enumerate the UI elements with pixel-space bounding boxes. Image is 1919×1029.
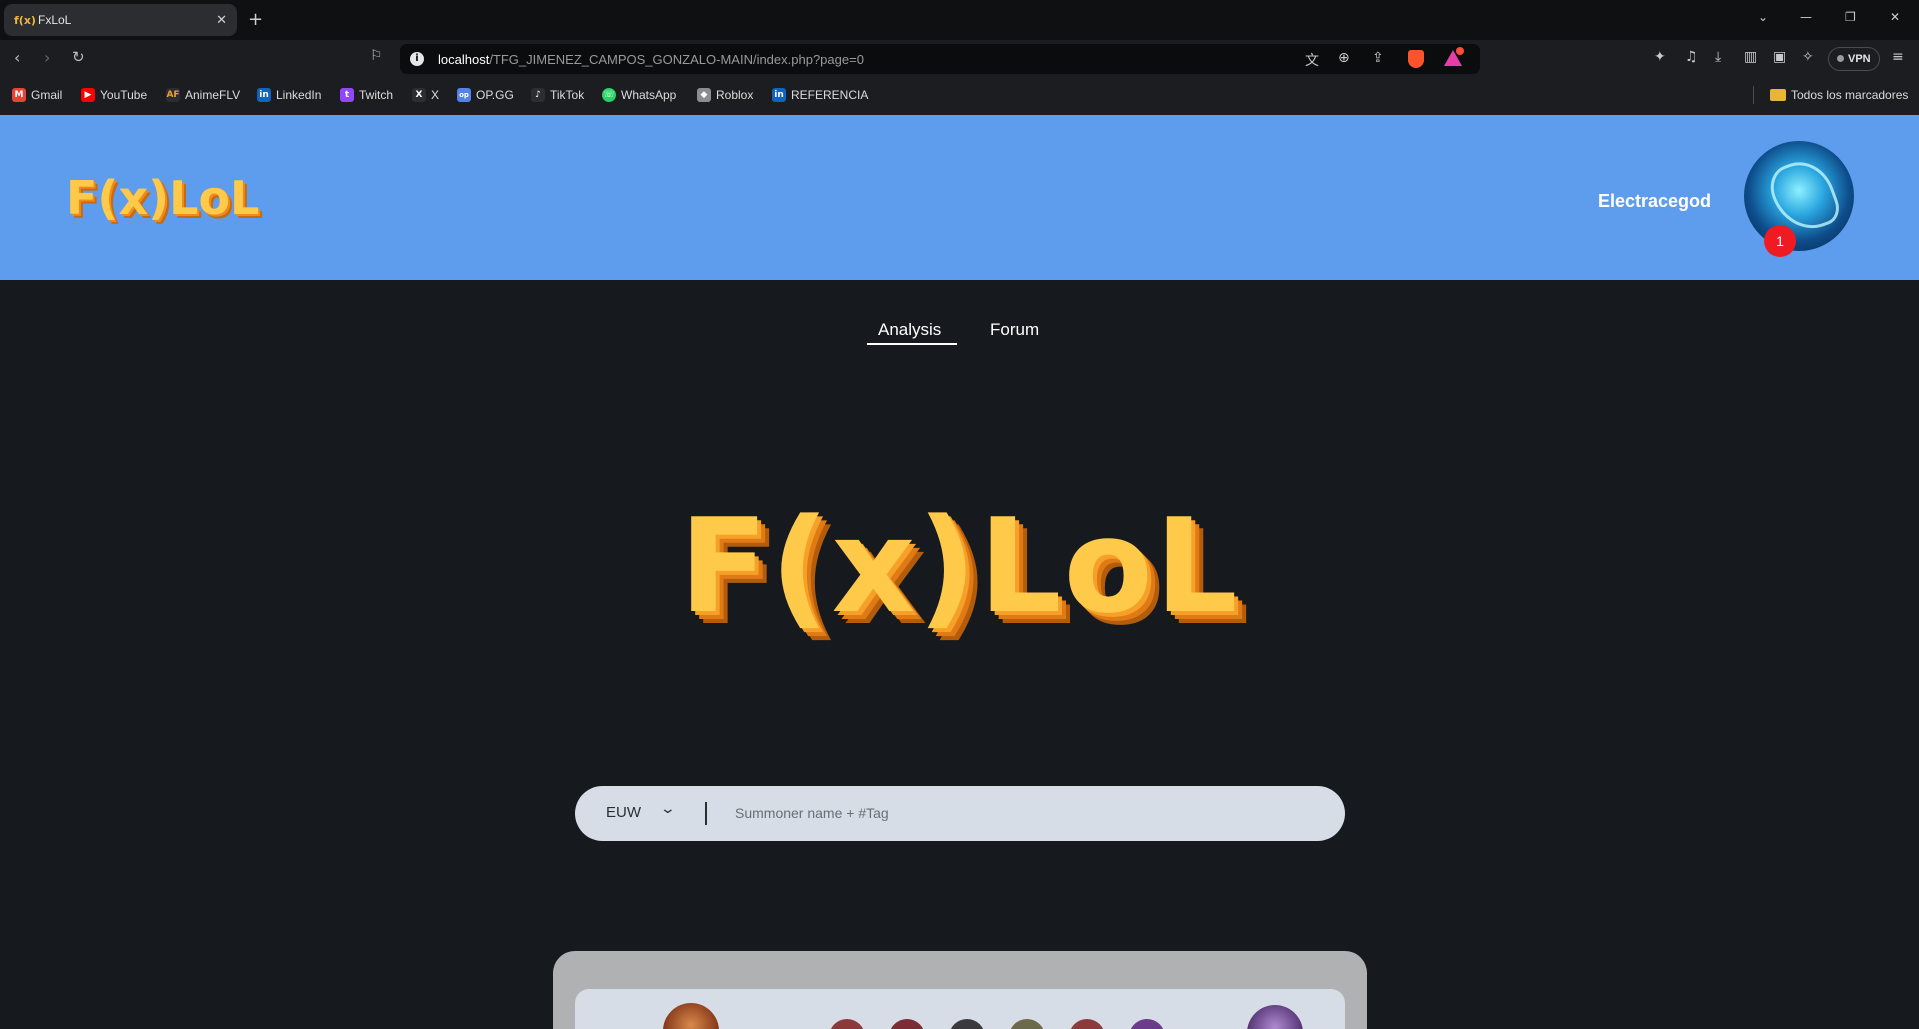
username[interactable]: Electracegod <box>1598 191 1711 212</box>
bookmark-label: REFERENCIA <box>791 88 869 102</box>
item-icon[interactable] <box>889 1019 925 1029</box>
site-favicon-icon: f(x) <box>14 13 36 27</box>
address-bar[interactable]: i localhost/TFG_JIMENEZ_CAMPOS_GONZALO-M… <box>400 44 1480 74</box>
bookmark-label: Roblox <box>716 88 754 102</box>
summoner-search-bar: EUW ⌄ <box>575 786 1345 841</box>
bookmark-linkedin[interactable]: in LinkedIn <box>257 88 321 102</box>
hero-logo: F(x)LoL <box>679 490 1240 642</box>
opgg-icon: op <box>457 88 471 102</box>
sidebar-icon[interactable]: ▥ <box>1744 49 1757 65</box>
restore-icon[interactable]: ❐ <box>1845 10 1856 24</box>
avatar[interactable] <box>1744 141 1854 251</box>
zoom-icon[interactable]: ⊕ <box>1338 50 1350 66</box>
new-tab-icon[interactable]: + <box>248 9 263 30</box>
bookmark-page-icon[interactable]: ⚐ <box>370 48 383 64</box>
x-icon: X <box>412 88 426 102</box>
bookmark-gmail[interactable]: M Gmail <box>12 88 62 102</box>
item-icon[interactable] <box>829 1019 865 1029</box>
folder-icon <box>1770 89 1786 101</box>
url-path: /TFG_JIMENEZ_CAMPOS_GONZALO-MAIN/index.p… <box>489 52 864 67</box>
wallet-icon[interactable]: ▣ <box>1773 49 1786 65</box>
bookmark-label: LinkedIn <box>276 88 322 102</box>
browser-tab-strip: f(x) FxLoL ✕ + ⌄ — ❐ ✕ <box>0 0 1919 40</box>
tab-analysis[interactable]: Analysis <box>878 320 941 340</box>
bookmark-label: OP.GG <box>476 88 514 102</box>
bookmark-whatsapp[interactable]: ☏ WhatsApp <box>602 88 676 102</box>
champion-portrait[interactable] <box>663 1003 719 1029</box>
media-icon[interactable]: ♫ <box>1685 49 1698 65</box>
match-card-body[interactable] <box>575 989 1345 1029</box>
youtube-icon: ▶ <box>81 88 95 102</box>
back-icon[interactable]: ‹ <box>14 48 20 67</box>
bookmark-folder-all[interactable]: Todos los marcadores <box>1770 88 1908 102</box>
notification-badge[interactable]: 1 <box>1764 225 1796 257</box>
bookmark-youtube[interactable]: ▶ YouTube <box>81 88 147 102</box>
leo-ai-icon[interactable]: ✧ <box>1802 49 1814 65</box>
extensions-icon[interactable]: ✦ <box>1654 49 1666 65</box>
twitch-icon: t <box>340 88 354 102</box>
brave-shields-icon[interactable] <box>1408 50 1424 68</box>
translate-icon[interactable]: 文 <box>1305 50 1319 70</box>
vpn-status-icon <box>1837 55 1844 62</box>
bookmark-twitch[interactable]: t Twitch <box>340 88 393 102</box>
vpn-button[interactable]: VPN <box>1828 47 1880 71</box>
share-icon[interactable]: ⇪ <box>1372 50 1384 66</box>
tiktok-icon: ♪ <box>531 88 545 102</box>
vpn-label: VPN <box>1848 53 1871 65</box>
tab-forum[interactable]: Forum <box>990 320 1039 340</box>
reload-icon[interactable]: ↻ <box>72 48 85 66</box>
bookmark-label: X <box>431 88 440 102</box>
bookmark-label: WhatsApp <box>621 88 677 102</box>
header-logo[interactable]: F(x)LoL <box>66 171 259 225</box>
summoner-search-input[interactable] <box>735 800 1315 826</box>
whatsapp-icon: ☏ <box>602 88 616 102</box>
bookmark-label: Gmail <box>31 88 63 102</box>
site-info-icon[interactable]: i <box>410 52 424 66</box>
close-tab-icon[interactable]: ✕ <box>216 13 227 28</box>
bookmark-label: TikTok <box>550 88 585 102</box>
menu-icon[interactable]: ≡ <box>1892 49 1904 65</box>
region-select[interactable]: EUW <box>606 804 641 821</box>
roblox-icon: ◆ <box>697 88 711 102</box>
gmail-icon: M <box>12 88 26 102</box>
linkedin-icon: in <box>257 88 271 102</box>
item-icon[interactable] <box>1129 1019 1165 1029</box>
linkedin-icon: in <box>772 88 786 102</box>
item-icon[interactable] <box>949 1019 985 1029</box>
item-icon[interactable] <box>1069 1019 1105 1029</box>
bookmark-roblox[interactable]: ◆ Roblox <box>697 88 753 102</box>
active-tab-indicator <box>867 343 957 345</box>
browser-tab[interactable]: f(x) FxLoL ✕ <box>4 4 237 36</box>
chevron-down-icon[interactable]: ⌄ <box>660 801 676 817</box>
bookmark-label: Todos los marcadores <box>1791 88 1909 102</box>
bookmarks-bar: M Gmail ▶ YouTube AF AnimeFLV in LinkedIn tT… <box>0 78 1919 115</box>
bookmarks-divider <box>1753 86 1754 104</box>
close-window-icon[interactable]: ✕ <box>1890 10 1900 24</box>
minimize-icon[interactable]: — <box>1800 10 1812 24</box>
bookmark-opgg[interactable]: op OP.GG <box>457 88 514 102</box>
url-host: localhost <box>438 52 490 67</box>
bookmark-x[interactable]: XX <box>412 88 439 102</box>
bookmark-tiktok[interactable]: ♪ TikTok <box>531 88 584 102</box>
tab-search-chevron-icon[interactable]: ⌄ <box>1758 10 1768 24</box>
tab-title: FxLoL <box>38 13 72 27</box>
downloads-icon[interactable]: ⤓ <box>1715 49 1721 65</box>
bookmark-label: YouTube <box>100 88 148 102</box>
forward-icon[interactable]: › <box>44 48 50 67</box>
bookmark-label: AnimeFLV <box>185 88 241 102</box>
rank-emblem-icon <box>1247 1005 1303 1029</box>
bookmark-referencia[interactable]: in REFERENCIA <box>772 88 868 102</box>
site-header: F(x)LoL Electracegod 1 <box>0 115 1919 280</box>
url-text[interactable]: localhost/TFG_JIMENEZ_CAMPOS_GONZALO-MAI… <box>438 52 864 67</box>
bookmark-label: Twitch <box>359 88 394 102</box>
bookmark-animeflv[interactable]: AF AnimeFLV <box>166 88 240 102</box>
rewards-badge <box>1456 47 1464 55</box>
animeflv-icon: AF <box>166 88 180 102</box>
browser-toolbar: ‹ › ↻ ⚐ i localhost/TFG_JIMENEZ_CAMPOS_G… <box>0 40 1919 78</box>
search-divider <box>705 802 707 825</box>
match-card <box>553 951 1367 1029</box>
item-icon[interactable] <box>1009 1019 1045 1029</box>
